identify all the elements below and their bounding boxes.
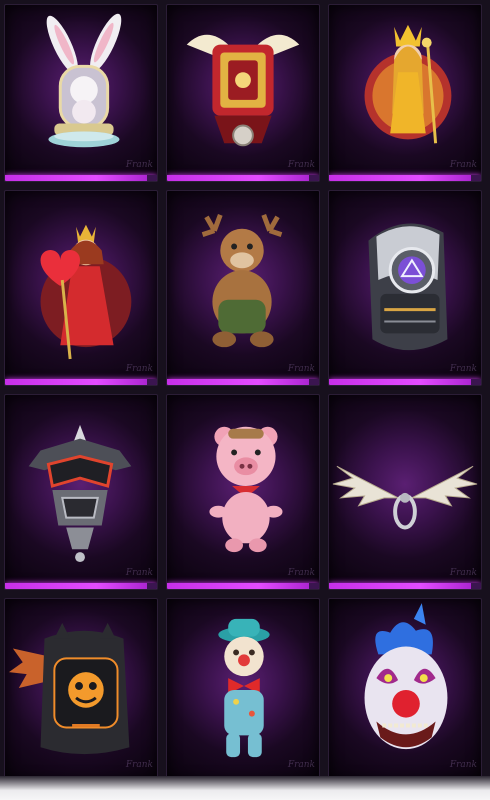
bunny-shrine-backpack-icon — [46, 13, 122, 148]
item-card-clown-mask[interactable]: Frank — [328, 598, 482, 782]
pig-plush-backpack-icon — [209, 426, 283, 553]
clown-mask-backpack-icon — [364, 603, 448, 750]
backpack-inventory-grid: Frank Frank Frank Frank Frank Frank Fran… — [4, 4, 488, 782]
item-card-demon-armor[interactable]: Frank — [4, 394, 158, 590]
demon-armor-backpack-icon — [28, 424, 132, 563]
rarity-bar — [329, 379, 481, 385]
crowned-queen-backpack-icon — [364, 24, 452, 144]
rarity-bar — [329, 175, 481, 181]
rarity-bar — [5, 583, 157, 589]
bat-pumpkin-backpack-icon — [8, 622, 130, 755]
watermark-label: Frank — [449, 568, 477, 578]
watermark-label: Frank — [125, 364, 153, 374]
rarity-bar — [329, 583, 481, 589]
item-card-winged-mech[interactable]: Frank — [166, 4, 320, 182]
watermark-label: Frank — [449, 760, 477, 770]
item-card-tech-pod[interactable]: Frank — [328, 190, 482, 386]
rarity-bar — [167, 583, 319, 589]
winged-mech-backpack-icon — [186, 34, 300, 147]
watermark-label: Frank — [287, 568, 315, 578]
watermark-label: Frank — [287, 760, 315, 770]
watermark-label: Frank — [287, 364, 315, 374]
rarity-bar — [167, 379, 319, 385]
watermark-label: Frank — [449, 364, 477, 374]
item-card-pig-plush[interactable]: Frank — [166, 394, 320, 590]
reindeer-plush-backpack-icon — [201, 214, 283, 348]
item-card-clown-doll[interactable]: Frank — [166, 598, 320, 782]
rarity-bar — [5, 175, 157, 181]
watermark-label: Frank — [125, 760, 153, 770]
item-card-crowned-queen[interactable]: Frank — [328, 4, 482, 182]
item-card-bunny-shrine[interactable]: Frank — [4, 4, 158, 182]
watermark-label: Frank — [449, 160, 477, 170]
item-card-bat-pumpkin[interactable]: Frank — [4, 598, 158, 782]
watermark-label: Frank — [125, 568, 153, 578]
rarity-bar — [5, 379, 157, 385]
item-card-red-queen-heart[interactable]: Frank — [4, 190, 158, 386]
blade-wings-backpack-icon — [332, 465, 478, 530]
bottom-edge-strip — [0, 776, 490, 800]
clown-doll-backpack-icon — [218, 618, 270, 758]
watermark-label: Frank — [287, 160, 315, 170]
rarity-bar — [167, 175, 319, 181]
item-card-blade-wings[interactable]: Frank — [328, 394, 482, 590]
watermark-label: Frank — [125, 160, 153, 170]
tech-pod-backpack-icon — [368, 223, 448, 351]
red-queen-heart-backpack-icon — [40, 224, 132, 360]
item-card-reindeer-plush[interactable]: Frank — [166, 190, 320, 386]
